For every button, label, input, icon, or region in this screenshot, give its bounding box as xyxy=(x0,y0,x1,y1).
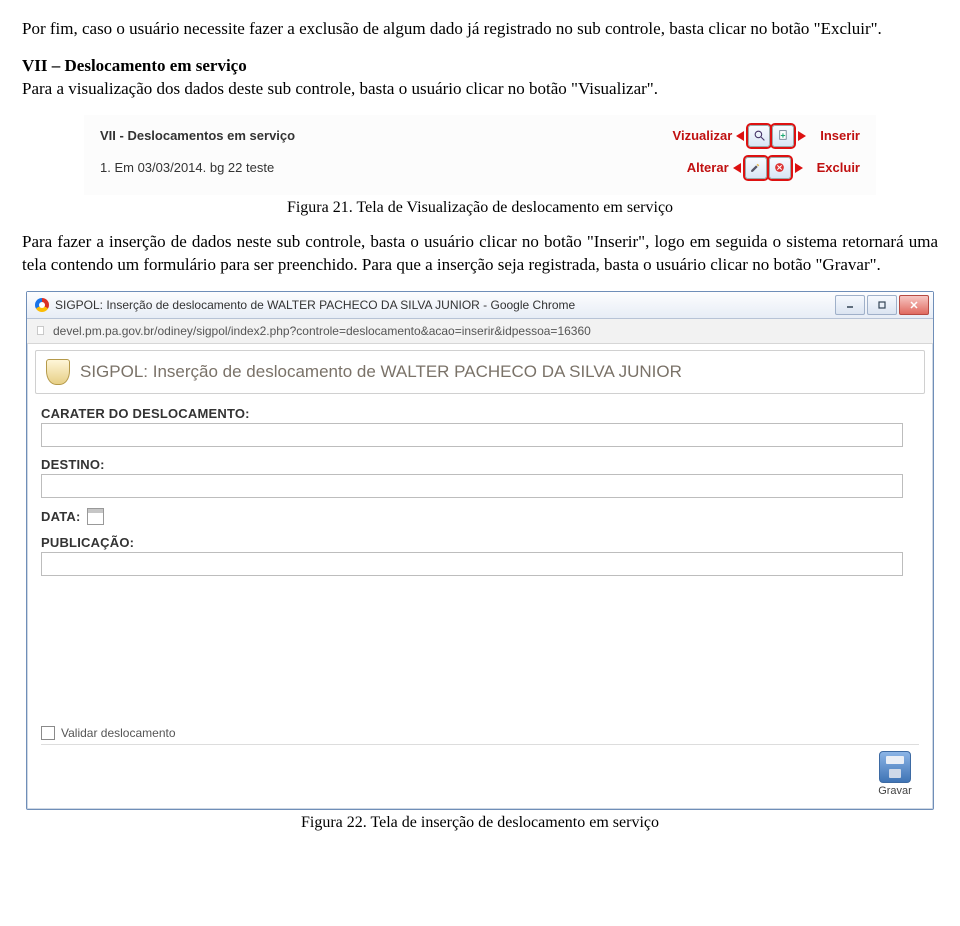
window-title: SIGPOL: Inserção de deslocamento de WALT… xyxy=(55,298,575,312)
arrow-icon xyxy=(733,163,741,173)
label-destino: DESTINO: xyxy=(41,457,919,472)
url-text: devel.pm.pa.gov.br/odiney/sigpol/index2.… xyxy=(53,324,591,338)
arrow-icon xyxy=(798,131,806,141)
excluir-button[interactable] xyxy=(769,157,791,179)
figure-22: SIGPOL: Inserção de deslocamento de WALT… xyxy=(22,291,938,832)
gravar-button[interactable]: Gravar xyxy=(871,751,919,797)
close-button[interactable] xyxy=(899,295,929,315)
input-carater[interactable] xyxy=(41,423,903,447)
chrome-icon xyxy=(35,298,49,312)
url-bar[interactable]: devel.pm.pa.gov.br/odiney/sigpol/index2.… xyxy=(27,319,933,344)
page-header-text: SIGPOL: Inserção de deslocamento de WALT… xyxy=(80,362,682,382)
input-destino[interactable] xyxy=(41,474,903,498)
gravar-label: Gravar xyxy=(878,785,912,797)
form: CARATER DO DESLOCAMENTO: DESTINO: DATA: … xyxy=(35,406,925,797)
save-disk-icon xyxy=(879,751,911,783)
figure-22-caption: Figura 22. Tela de inserção de deslocame… xyxy=(22,814,938,832)
maximize-button[interactable] xyxy=(867,295,897,315)
delete-icon xyxy=(773,161,786,174)
label-data: DATA: xyxy=(41,509,81,524)
alterar-button[interactable] xyxy=(745,157,767,179)
chrome-window: SIGPOL: Inserção de deslocamento de WALT… xyxy=(26,291,934,810)
window-titlebar: SIGPOL: Inserção de deslocamento de WALT… xyxy=(27,292,933,319)
page-icon xyxy=(35,325,47,337)
label-carater: CARATER DO DESLOCAMENTO: xyxy=(41,406,919,421)
figure-21-caption: Figura 21. Tela de Visualização de deslo… xyxy=(22,199,938,217)
visualizar-button[interactable] xyxy=(748,125,770,147)
shield-icon xyxy=(46,359,70,385)
alterar-label: Alterar xyxy=(687,160,729,175)
arrow-icon xyxy=(795,163,803,173)
figure-21: VII - Deslocamentos em serviço Vizualiza… xyxy=(22,115,938,217)
panel-title: VII - Deslocamentos em serviço xyxy=(100,128,295,143)
plus-page-icon xyxy=(777,129,790,142)
section-7: VII – Deslocamento em serviço Para a vis… xyxy=(22,55,938,101)
deslocamento-item-1: 1. Em 03/03/2014. bg 22 teste xyxy=(100,160,274,175)
inserir-label: Inserir xyxy=(820,128,860,143)
sigpol-header: SIGPOL: Inserção de deslocamento de WALT… xyxy=(35,350,925,394)
magnifier-icon xyxy=(753,129,766,142)
minimize-button[interactable] xyxy=(835,295,865,315)
input-publicacao[interactable] xyxy=(41,552,903,576)
insert-paragraph: Para fazer a inserção de dados neste sub… xyxy=(22,231,938,277)
validar-checkbox[interactable] xyxy=(41,726,55,740)
inserir-button[interactable] xyxy=(772,125,794,147)
validar-label: Validar deslocamento xyxy=(61,726,176,740)
section-7-body: Para a visualização dos dados deste sub … xyxy=(22,79,658,98)
calendar-icon[interactable] xyxy=(87,508,104,525)
section-7-title: VII – Deslocamento em serviço xyxy=(22,56,247,75)
arrow-icon xyxy=(736,131,744,141)
label-publicacao: PUBLICAÇÃO: xyxy=(41,535,919,550)
excluir-label: Excluir xyxy=(817,160,860,175)
visualizar-label: Vizualizar xyxy=(673,128,733,143)
intro-paragraph: Por fim, caso o usuário necessite fazer … xyxy=(22,18,938,41)
deslocamentos-panel: VII - Deslocamentos em serviço Vizualiza… xyxy=(84,115,876,195)
pencil-icon xyxy=(749,161,762,174)
